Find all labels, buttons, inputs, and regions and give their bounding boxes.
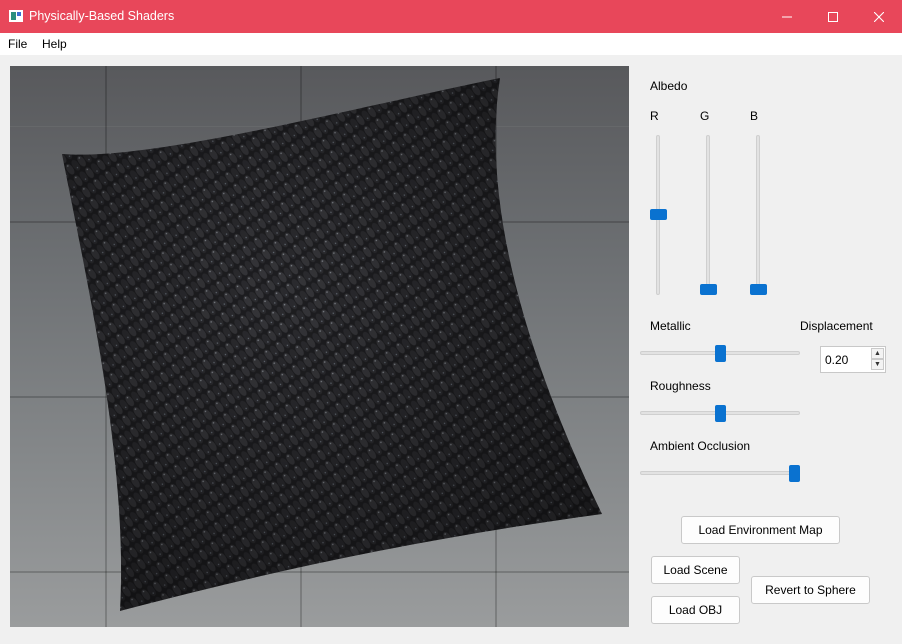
app-icon [9, 10, 23, 22]
metallic-label: Metallic [650, 319, 691, 333]
minimize-icon [782, 16, 792, 17]
albedo-b-slider-thumb[interactable] [750, 284, 767, 295]
roughness-label: Roughness [650, 379, 711, 393]
albedo-r-label: R [650, 109, 659, 123]
ambient-occlusion-slider-track[interactable] [640, 471, 800, 475]
menu-help[interactable]: Help [42, 37, 67, 51]
displacement-value[interactable]: 0.20 [825, 353, 848, 367]
albedo-g-label: G [700, 109, 710, 123]
menu-file[interactable]: File [8, 37, 27, 51]
render-viewport[interactable] [10, 66, 629, 627]
albedo-g-slider-track[interactable] [706, 135, 710, 295]
revert-to-sphere-button[interactable]: Revert to Sphere [751, 576, 870, 604]
metallic-slider-thumb[interactable] [715, 345, 726, 362]
load-obj-button[interactable]: Load OBJ [651, 596, 740, 624]
load-scene-button[interactable]: Load Scene [651, 556, 740, 584]
window-title: Physically-Based Shaders [29, 9, 175, 23]
load-environment-map-button[interactable]: Load Environment Map [681, 516, 840, 544]
ambient-occlusion-label: Ambient Occlusion [650, 439, 751, 453]
menu-bar: File Help [0, 33, 902, 55]
close-icon [874, 11, 884, 22]
albedo-g-slider-thumb[interactable] [700, 284, 717, 295]
spin-up-icon[interactable]: ▲ [871, 348, 884, 359]
maximize-button[interactable] [810, 0, 856, 33]
displacement-label: Displacement [800, 319, 873, 333]
spin-down-icon[interactable]: ▼ [871, 359, 884, 370]
albedo-b-label: B [750, 109, 759, 123]
albedo-r-slider-thumb[interactable] [650, 208, 667, 220]
albedo-b-slider-track[interactable] [756, 135, 760, 295]
close-button[interactable] [856, 0, 902, 33]
displacement-spinbox[interactable]: 0.20 ▲ ▼ [820, 346, 886, 373]
minimize-button[interactable] [764, 0, 810, 33]
roughness-slider-thumb[interactable] [715, 405, 726, 422]
albedo-label: Albedo [650, 79, 688, 93]
maximize-icon [828, 11, 838, 22]
rendered-pillow-mesh [62, 78, 602, 611]
title-bar: Physically-Based Shaders [0, 0, 902, 33]
ambient-occlusion-slider-thumb[interactable] [789, 465, 800, 482]
